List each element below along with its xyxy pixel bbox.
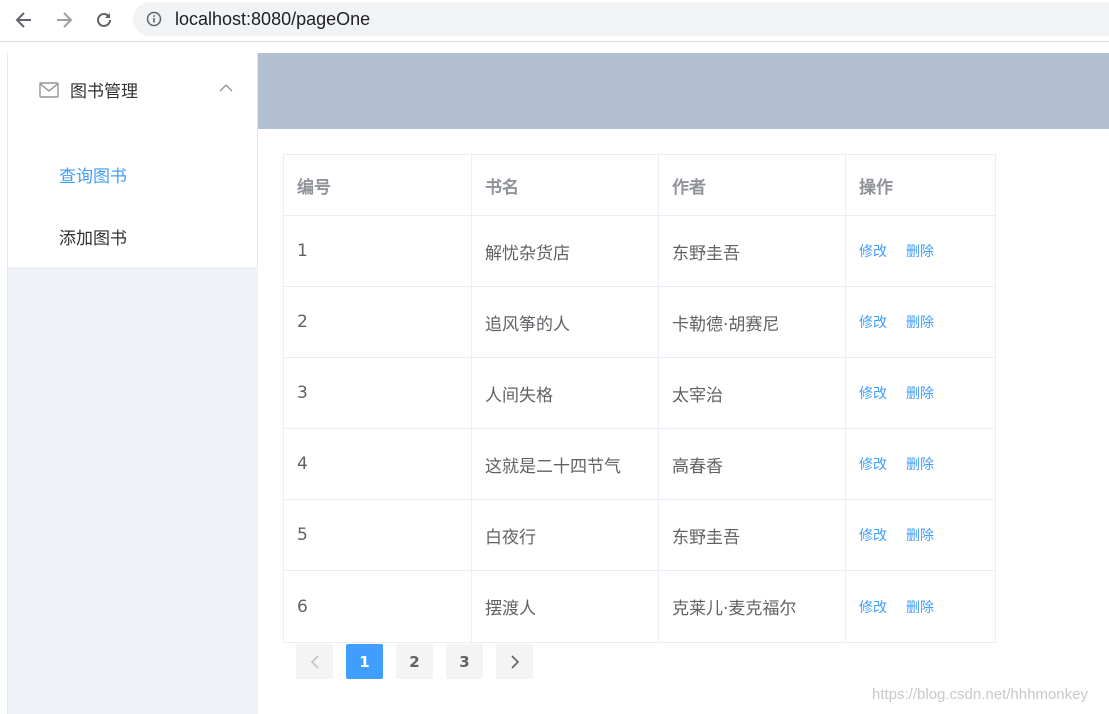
table-row: 6 摆渡人 克莱儿·麦克福尔 修改 删除 [284, 571, 995, 642]
table-row: 1 解忧杂货店 东野圭吾 修改 删除 [284, 216, 995, 287]
page-button-2[interactable]: 2 [396, 644, 433, 679]
edit-button[interactable]: 修改 [859, 241, 887, 261]
sidebar-item-query-books[interactable]: 查询图书 [8, 146, 258, 202]
chevron-right-icon [510, 654, 519, 669]
cell-id: 6 [284, 571, 472, 642]
info-icon[interactable] [146, 11, 162, 27]
cell-name: 白夜行 [472, 500, 659, 570]
main-content: 编号 书名 作者 操作 1 解忧杂货店 东野圭吾 修改 删除 2 追风筝的人 卡… [258, 129, 1109, 714]
sidebar-item-label: 查询图书 [59, 167, 127, 187]
sidebar-item-label: 添加图书 [59, 229, 127, 249]
cell-actions: 修改 删除 [846, 571, 995, 642]
cell-name: 追风筝的人 [472, 287, 659, 357]
edit-button[interactable]: 修改 [859, 525, 887, 545]
sidebar: 图书管理 查询图书 添加图书 [7, 53, 258, 714]
back-arrow-icon[interactable] [10, 6, 38, 34]
edit-button[interactable]: 修改 [859, 454, 887, 474]
edit-button[interactable]: 修改 [859, 383, 887, 403]
next-page-button[interactable] [496, 644, 533, 679]
cell-actions: 修改 删除 [846, 216, 995, 286]
table-row: 3 人间失格 太宰治 修改 删除 [284, 358, 995, 429]
cell-author: 东野圭吾 [659, 216, 846, 286]
page-button-1[interactable]: 1 [346, 644, 383, 679]
delete-button[interactable]: 删除 [906, 454, 934, 474]
reload-icon[interactable] [90, 6, 118, 34]
cell-id: 2 [284, 287, 472, 357]
address-bar[interactable]: localhost:8080/pageOne [133, 2, 1109, 36]
books-table: 编号 书名 作者 操作 1 解忧杂货店 东野圭吾 修改 删除 2 追风筝的人 卡… [283, 154, 996, 643]
side-menu: 图书管理 查询图书 添加图书 [8, 53, 258, 267]
cell-actions: 修改 删除 [846, 500, 995, 570]
page-gap [0, 42, 1109, 53]
prev-page-button[interactable] [296, 644, 333, 679]
mail-icon [39, 82, 59, 98]
delete-button[interactable]: 删除 [906, 241, 934, 261]
table-row: 2 追风筝的人 卡勒德·胡赛尼 修改 删除 [284, 287, 995, 358]
cell-id: 1 [284, 216, 472, 286]
chevron-left-icon [310, 654, 319, 669]
table-header-row: 编号 书名 作者 操作 [284, 155, 995, 216]
header-id: 编号 [284, 155, 472, 215]
table-row: 4 这就是二十四节气 高春香 修改 删除 [284, 429, 995, 500]
cell-id: 5 [284, 500, 472, 570]
header-name: 书名 [472, 155, 659, 215]
cell-author: 东野圭吾 [659, 500, 846, 570]
sidebar-item-add-book[interactable]: 添加图书 [8, 208, 258, 264]
delete-button[interactable]: 删除 [906, 525, 934, 545]
cell-id: 4 [284, 429, 472, 499]
edit-button[interactable]: 修改 [859, 597, 887, 617]
header-author: 作者 [659, 155, 846, 215]
header-actions: 操作 [859, 177, 893, 198]
watermark-text: https://blog.csdn.net/hhhmonkey [872, 686, 1088, 703]
submenu-title-label: 图书管理 [70, 82, 138, 102]
cell-author: 克莱儿·麦克福尔 [659, 571, 846, 642]
cell-name: 解忧杂货店 [472, 216, 659, 286]
forward-arrow-icon[interactable] [50, 6, 78, 34]
cell-author: 高春香 [659, 429, 846, 499]
chevron-up-icon [219, 84, 233, 92]
url-text: localhost:8080/pageOne [175, 9, 371, 29]
browser-toolbar: localhost:8080/pageOne [0, 0, 1109, 42]
page-button-3[interactable]: 3 [446, 644, 483, 679]
cell-actions: 修改 删除 [846, 358, 995, 428]
cell-id: 3 [284, 358, 472, 428]
cell-name: 人间失格 [472, 358, 659, 428]
delete-button[interactable]: 删除 [906, 597, 934, 617]
cell-actions: 修改 删除 [846, 429, 995, 499]
cell-name: 这就是二十四节气 [472, 429, 659, 499]
cell-author: 卡勒德·胡赛尼 [659, 287, 846, 357]
cell-author: 太宰治 [659, 358, 846, 428]
edit-button[interactable]: 修改 [859, 312, 887, 332]
page-header [258, 53, 1109, 129]
cell-actions: 修改 删除 [846, 287, 995, 357]
cell-name: 摆渡人 [472, 571, 659, 642]
submenu-book-management[interactable]: 图书管理 [8, 53, 258, 127]
table-row: 5 白夜行 东野圭吾 修改 删除 [284, 500, 995, 571]
delete-button[interactable]: 删除 [906, 383, 934, 403]
delete-button[interactable]: 删除 [906, 312, 934, 332]
